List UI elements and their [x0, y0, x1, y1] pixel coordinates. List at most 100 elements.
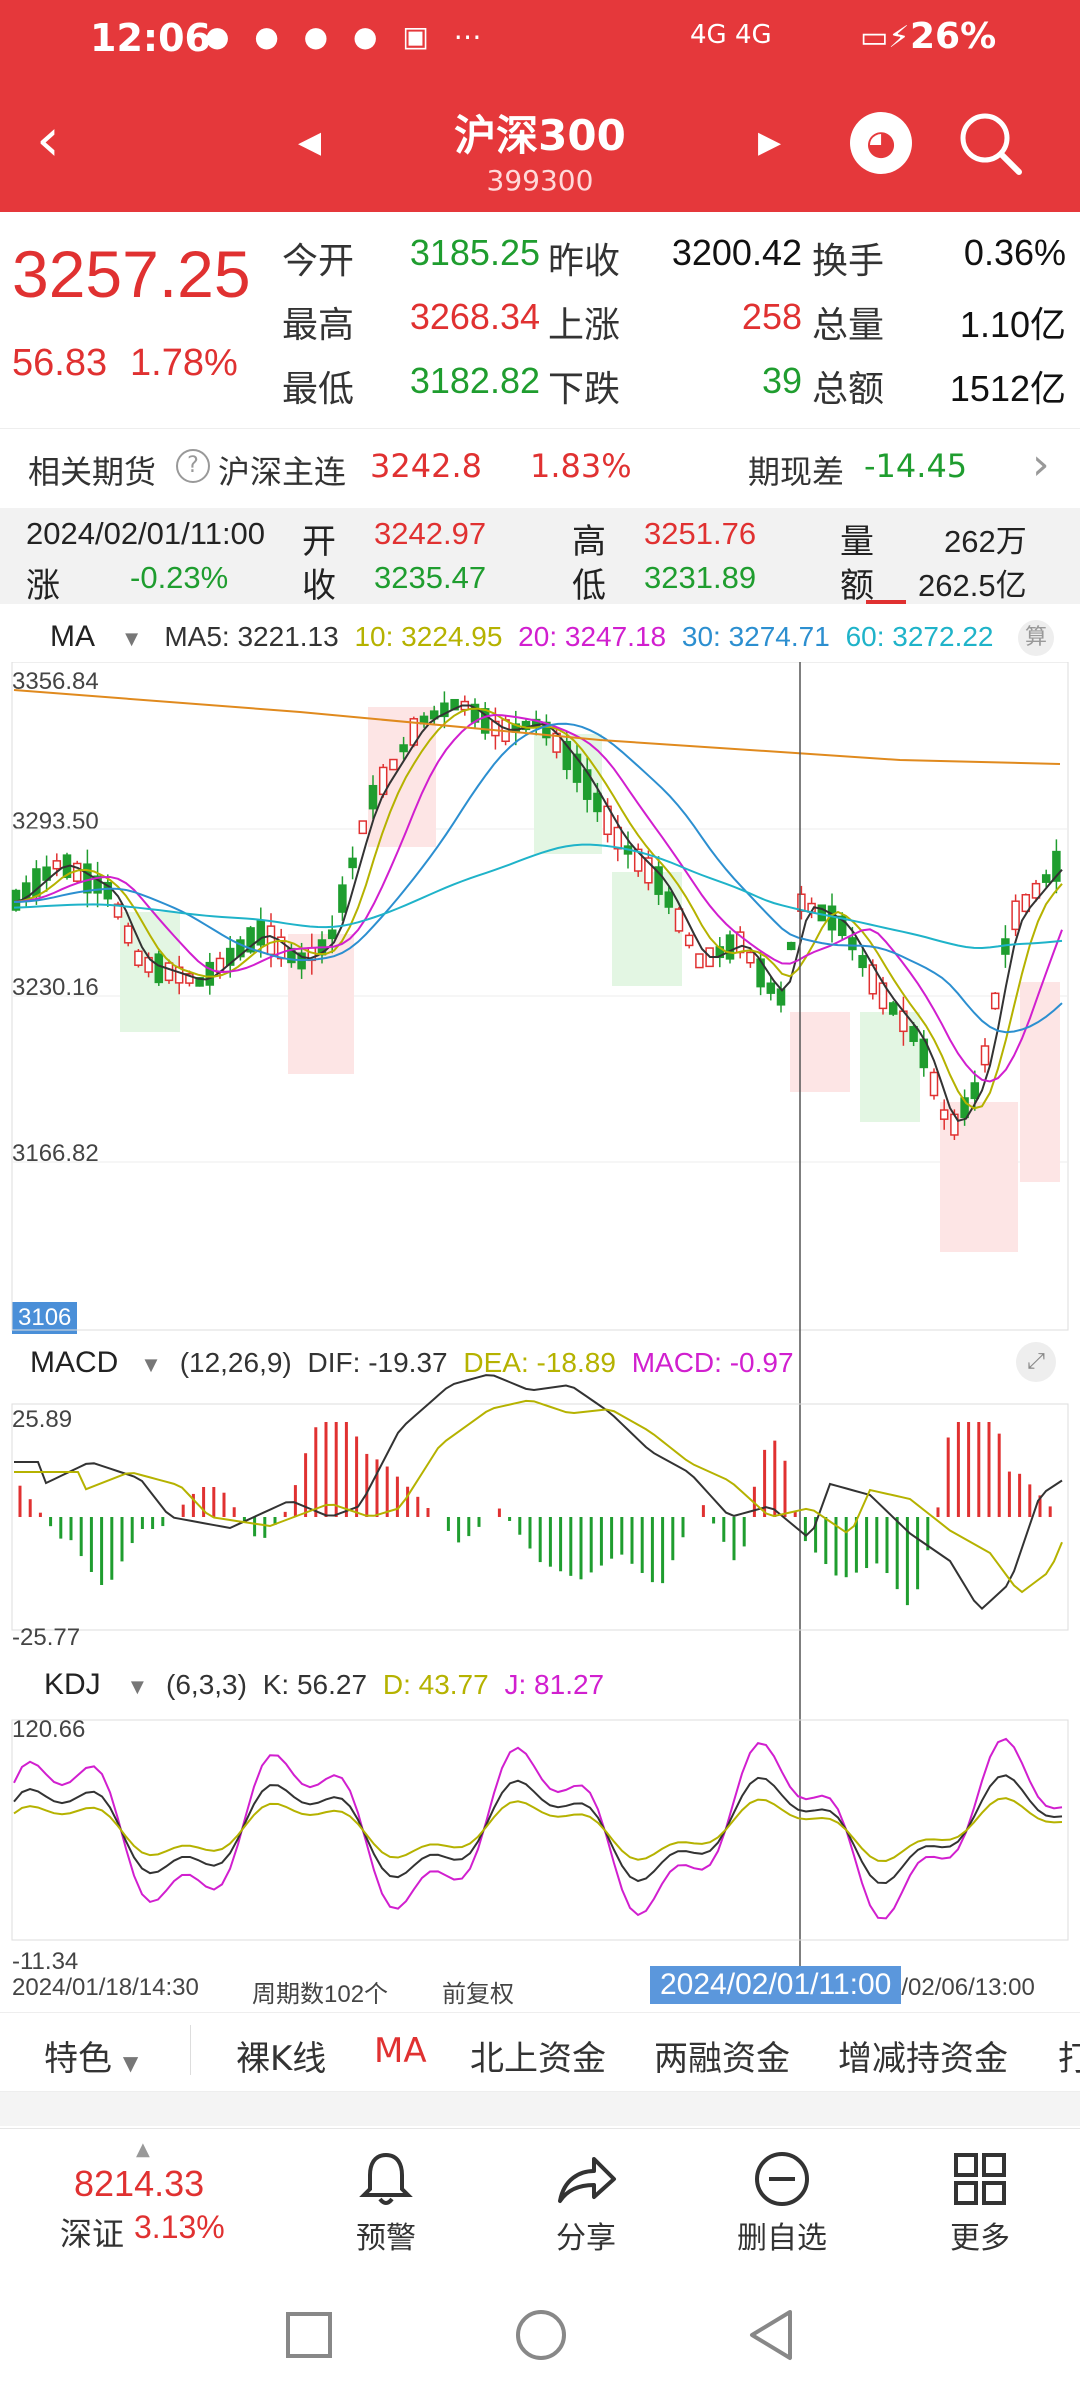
calc-icon[interactable]: 算: [1018, 620, 1054, 656]
ma5-value: MA5: 3221.13: [164, 621, 339, 652]
dea-line: [14, 1399, 1063, 1594]
candle-change: -0.23%: [130, 560, 229, 595]
candle-body: [154, 953, 164, 984]
bottom-nav: ▲ 8214.33 深证 3.13% 预警 分享 删自选 更多: [0, 2128, 1080, 2271]
divider: [0, 2092, 1080, 2126]
low-label: 最低: [282, 369, 355, 410]
back-icon[interactable]: ‹: [36, 110, 60, 170]
candle-body: [858, 955, 867, 969]
candle-body: [695, 953, 704, 969]
candle-volume: 262万: [944, 524, 1027, 559]
back-nav-icon[interactable]: [744, 2308, 798, 2362]
open-label: 今开: [282, 241, 355, 282]
search-icon[interactable]: [955, 108, 1025, 178]
prev-stock-icon[interactable]: ◀: [298, 125, 321, 160]
ma-legend: MA ▼ MA5: 3221.13 10: 3224.95 20: 3247.1…: [50, 620, 994, 654]
spread-label: 期现差: [748, 453, 845, 491]
high-label: 最高: [282, 305, 355, 346]
candle-body: [909, 1026, 918, 1042]
tab-holdings[interactable]: 增减持资金: [838, 2031, 1008, 2080]
kdj-legend: KDJ ▼ (6,3,3) K: 56.27 D: 43.77 J: 81.27: [44, 1668, 604, 1702]
spread-value: -14.45: [864, 447, 968, 485]
remove-watchlist-button[interactable]: 删自选: [702, 2213, 862, 2257]
next-stock-icon[interactable]: ▶: [758, 125, 781, 160]
tab-margin[interactable]: 两融资金: [654, 2031, 790, 2080]
candle-body: [786, 941, 796, 951]
macd-indicator-name[interactable]: MACD: [30, 1346, 118, 1379]
kdj-lines: [13, 1737, 1063, 1920]
candle-body: [83, 863, 92, 894]
ma30-value: 30: 3274.71: [681, 621, 830, 652]
candle-body: [338, 884, 347, 913]
futures-row[interactable]: 相关期货 ? 沪深主连 3242.8 1.83% 期现差 -14.45 ›: [0, 428, 1080, 501]
chart-area[interactable]: MA ▼ MA5: 3221.13 10: 3224.95 20: 3247.1…: [0, 610, 1080, 2010]
tab-northbound[interactable]: 北上资金: [470, 2031, 606, 2080]
grid-icon[interactable]: [950, 2149, 1010, 2209]
battery-level: 26%: [910, 16, 997, 57]
d-value: D: 43.77: [382, 1669, 489, 1700]
ma-indicator-name[interactable]: MA: [50, 620, 95, 653]
candle-low: 3231.89: [644, 560, 757, 595]
candle-amount: 262.5亿: [918, 568, 1027, 603]
k-value: K: 56.27: [262, 1669, 368, 1700]
macd-top-label: 25.89: [12, 1406, 73, 1433]
kdj-indicator-name[interactable]: KDJ: [44, 1668, 101, 1701]
alert-button[interactable]: 预警: [306, 2213, 466, 2257]
candle-body: [1011, 900, 1020, 931]
bell-icon[interactable]: [356, 2149, 416, 2209]
more-button[interactable]: 更多: [900, 2213, 1060, 2257]
chevron-right-icon[interactable]: ›: [1032, 439, 1050, 490]
candle-high: 3251.76: [644, 516, 757, 551]
macd-histogram: [18, 1422, 1052, 1606]
recents-icon[interactable]: [284, 2310, 334, 2360]
page-title: 沪深300: [454, 111, 626, 160]
home-icon[interactable]: [514, 2308, 568, 2362]
period-count: 周期数102个: [252, 1981, 389, 2008]
tab-ma[interactable]: MA: [374, 2031, 427, 2071]
mascot-icon[interactable]: ◕: [850, 112, 912, 174]
macd-lines: [14, 1374, 1063, 1611]
open-label-short: 开: [302, 522, 336, 562]
candle-body: [980, 1045, 990, 1066]
dropdown-icon[interactable]: ▼: [140, 1352, 162, 1377]
tab-naked-k[interactable]: 裸K线: [236, 2031, 326, 2080]
macd-legend: MACD ▼ (12,26,9) DIF: -19.37 DEA: -18.89…: [30, 1346, 794, 1380]
dropdown-icon[interactable]: ▼: [126, 1674, 148, 1699]
adjust-mode[interactable]: 前复权: [442, 1974, 514, 2009]
j-value: J: 81.27: [504, 1669, 605, 1700]
macd-value: MACD: -0.97: [631, 1347, 794, 1378]
volume-value: 1.10亿: [959, 304, 1066, 345]
kline-chart: [11, 662, 1069, 1992]
status-time: 12:06: [90, 16, 211, 60]
help-icon[interactable]: ?: [176, 449, 210, 483]
macd-params: (12,26,9): [179, 1347, 292, 1378]
current-price: 3257.25: [12, 237, 251, 311]
index-value[interactable]: 8214.33: [74, 2163, 204, 2205]
app-header: 12:06 ● ● ● ● ▣ ⋯ 4G 4G ▭⚡ 26% ‹ ◀ 沪深300…: [0, 0, 1080, 212]
dropdown-icon[interactable]: ▼: [121, 626, 143, 651]
d-line: [13, 1797, 1063, 1862]
tab-more[interactable]: 打: [1058, 2031, 1080, 2080]
high-value: 3268.34: [409, 296, 540, 337]
candle-body: [970, 1082, 980, 1100]
candle-body: [939, 1109, 949, 1120]
candle-body: [164, 962, 174, 982]
expand-icon[interactable]: ⤢: [1016, 1342, 1056, 1382]
low-value: 3182.82: [409, 360, 540, 401]
price-change: 56.83: [12, 342, 108, 384]
rise-label: 上涨: [548, 305, 621, 346]
index-name[interactable]: 深证: [60, 2209, 124, 2255]
share-button[interactable]: 分享: [506, 2213, 666, 2257]
selected-underline: [866, 600, 906, 604]
index-pct[interactable]: 3.13%: [134, 2209, 225, 2246]
candle-body: [52, 860, 62, 870]
remove-icon[interactable]: [752, 2149, 812, 2209]
candle-body: [1041, 874, 1051, 883]
candle-open: 3242.97: [374, 516, 487, 551]
tab-feature[interactable]: 特色 ▼: [44, 2031, 138, 2080]
amount-label: 总额: [812, 369, 885, 410]
candle-body: [766, 982, 776, 994]
candle-info-bar: 2024/02/01/11:00 涨 -0.23% 开 收 3242.97 32…: [0, 508, 1080, 606]
low-label-short: 低: [572, 566, 606, 606]
share-icon[interactable]: [554, 2149, 618, 2209]
